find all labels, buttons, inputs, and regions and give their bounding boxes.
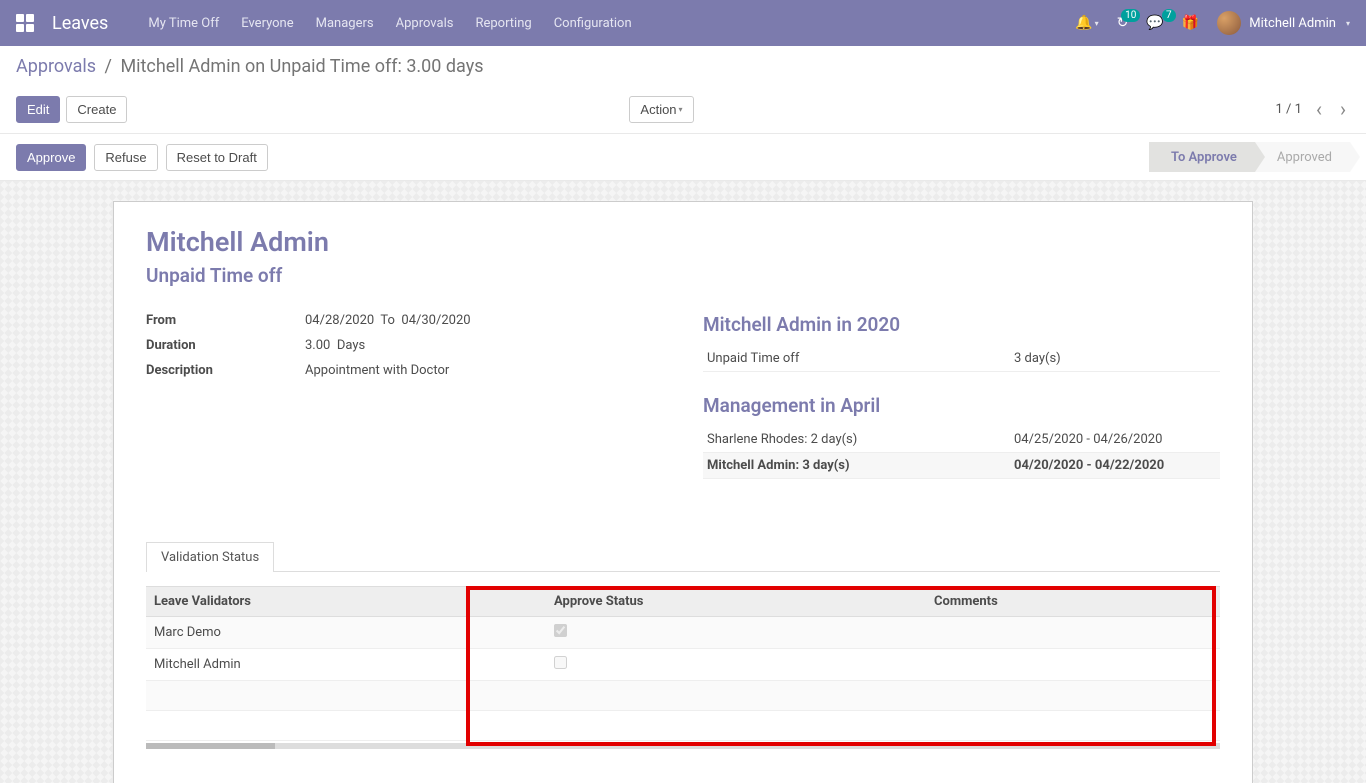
avatar	[1217, 11, 1241, 35]
form-sheet: Mitchell Admin Unpaid Time off From 04/2…	[113, 201, 1253, 783]
table-row: Mitchell Admin	[146, 649, 1220, 681]
summary-year-table: Unpaid Time off 3 day(s)	[703, 346, 1220, 372]
discuss-badge: 7	[1162, 9, 1176, 22]
create-button[interactable]: Create	[66, 96, 127, 123]
user-name: Mitchell Admin	[1249, 16, 1336, 31]
col-approve-status: Approve Status	[546, 587, 926, 617]
label-from: From	[146, 313, 296, 328]
col-comments: Comments	[926, 587, 1220, 617]
table-row: Mitchell Admin: 3 day(s) 04/20/2020 - 04…	[703, 453, 1220, 479]
pager-text: 1 / 1	[1276, 102, 1302, 117]
menu-managers[interactable]: Managers	[316, 16, 374, 31]
table-row: Sharlene Rhodes: 2 day(s) 04/25/2020 - 0…	[703, 427, 1220, 453]
table-row	[146, 681, 1220, 711]
refuse-button[interactable]: Refuse	[94, 144, 157, 171]
label-description: Description	[146, 363, 296, 378]
table-row	[146, 711, 1220, 741]
menu-my-time-off[interactable]: My Time Off	[148, 16, 219, 31]
apps-icon[interactable]	[16, 14, 34, 32]
leave-type: Unpaid Time off	[146, 264, 1220, 287]
pager-prev-icon[interactable]: ‹	[1312, 97, 1326, 121]
employee-name: Mitchell Admin	[146, 226, 1220, 258]
approve-checkbox	[554, 624, 567, 637]
discuss-icon[interactable]: 💬7	[1146, 15, 1163, 31]
gift-icon[interactable]: 🎁	[1182, 15, 1199, 31]
menu-reporting[interactable]: Reporting	[475, 16, 531, 31]
summary-month-table: Sharlene Rhodes: 2 day(s) 04/25/2020 - 0…	[703, 427, 1220, 479]
menu-approvals[interactable]: Approvals	[396, 16, 454, 31]
navbar: Leaves My Time Off Everyone Managers App…	[0, 0, 1366, 46]
menu-configuration[interactable]: Configuration	[554, 16, 632, 31]
value-description: Appointment with Doctor	[296, 363, 449, 378]
value-from: 04/28/2020 To 04/30/2020	[296, 313, 471, 328]
app-name[interactable]: Leaves	[52, 13, 108, 34]
statusbar: To Approve Approved	[1149, 142, 1350, 172]
menu-everyone[interactable]: Everyone	[241, 16, 293, 31]
reset-to-draft-button[interactable]: Reset to Draft	[166, 144, 268, 171]
pager-next-icon[interactable]: ›	[1336, 97, 1350, 121]
edit-button[interactable]: Edit	[16, 96, 60, 123]
activities-icon[interactable]: ↻10	[1117, 15, 1129, 31]
value-duration: 3.00 Days	[296, 338, 365, 353]
tab-validation-status[interactable]: Validation Status	[146, 542, 274, 572]
breadcrumb: Approvals / Mitchell Admin on Unpaid Tim…	[16, 56, 1350, 77]
navbar-menu: My Time Off Everyone Managers Approvals …	[148, 16, 631, 31]
approve-button[interactable]: Approve	[16, 144, 86, 171]
action-dropdown[interactable]: Action ▾	[629, 96, 693, 123]
breadcrumb-root[interactable]: Approvals	[16, 56, 96, 77]
status-approved[interactable]: Approved	[1255, 142, 1350, 172]
col-leave-validators: Leave Validators	[146, 587, 546, 617]
table-scrollbar[interactable]	[146, 743, 1220, 749]
table-row: Marc Demo	[146, 617, 1220, 649]
activities-badge: 10	[1121, 9, 1140, 22]
summary-month-title: Management in April	[703, 394, 1220, 417]
table-row: Unpaid Time off 3 day(s)	[703, 346, 1220, 372]
approve-checkbox	[554, 656, 567, 669]
validation-table: Leave Validators Approve Status Comments…	[146, 586, 1220, 741]
status-to-approve[interactable]: To Approve	[1149, 142, 1255, 172]
label-duration: Duration	[146, 338, 296, 353]
user-menu[interactable]: Mitchell Admin ▾	[1217, 11, 1350, 35]
pager: 1 / 1 ‹ ›	[1276, 97, 1350, 121]
breadcrumb-current: Mitchell Admin on Unpaid Time off: 3.00 …	[120, 56, 483, 77]
notifications-icon[interactable]: 🔔▾	[1075, 15, 1098, 31]
summary-year-title: Mitchell Admin in 2020	[703, 313, 1220, 336]
